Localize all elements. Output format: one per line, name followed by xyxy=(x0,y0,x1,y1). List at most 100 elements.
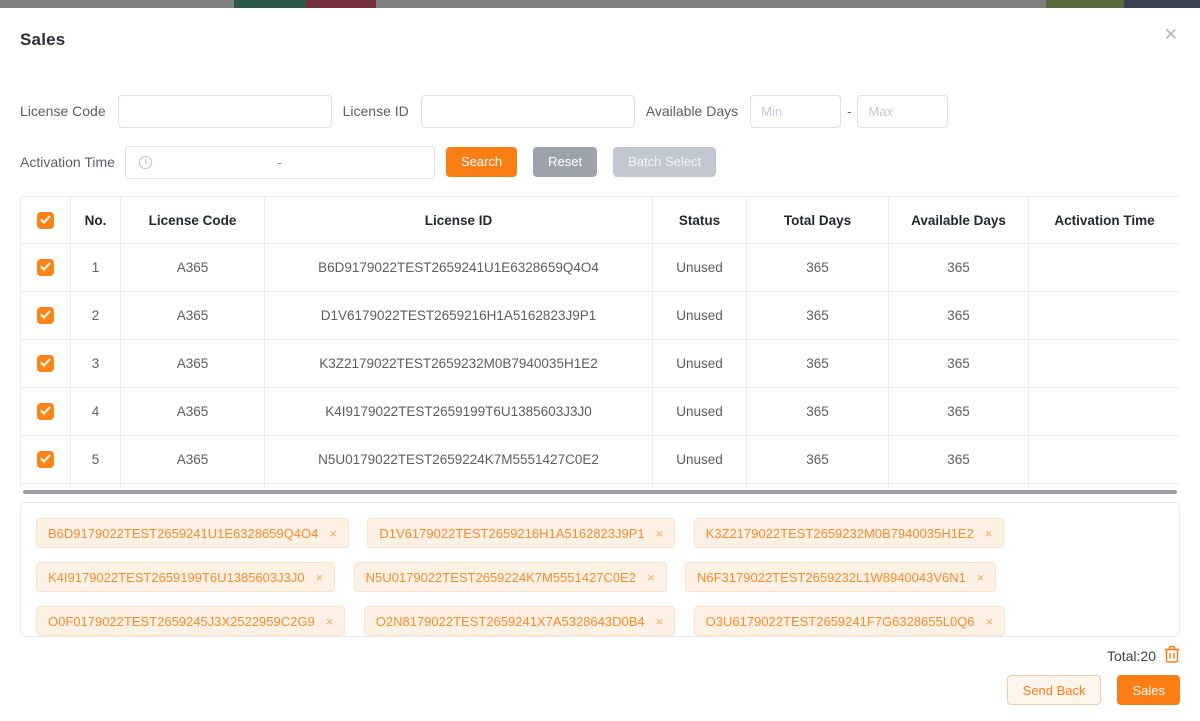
col-header-license-code: License Code xyxy=(121,197,265,244)
remove-tag-icon[interactable]: × xyxy=(977,570,985,585)
select-all-cell xyxy=(21,197,71,244)
selected-license-tag: N5U0179022TEST2659224K7M5551427C0E2 × xyxy=(354,562,667,592)
col-header-available-days: Available Days xyxy=(889,197,1029,244)
sales-modal: Sales ✕ License Code License ID Availabl… xyxy=(0,8,1200,721)
cell-license-code: A365 xyxy=(121,340,265,388)
available-days-min-input[interactable] xyxy=(750,95,841,128)
remove-tag-icon[interactable]: × xyxy=(647,570,655,585)
cell-available-days: 365 xyxy=(889,436,1029,484)
send-back-button[interactable]: Send Back xyxy=(1007,675,1102,705)
selected-license-tag: O2N8179022TEST2659241X7A5328643D0B4 × xyxy=(364,606,675,636)
row-checkbox-checked[interactable] xyxy=(37,307,54,324)
cell-no: 4 xyxy=(71,388,121,436)
table-row: 4 A365 K4I9179022TEST2659199T6U1385603J3… xyxy=(21,388,1181,436)
filter-row-2: Activation Time - Search Reset Batch Sel… xyxy=(20,145,1180,179)
selected-license-tag: K4I9179022TEST2659199T6U1385603J3J0 × xyxy=(36,562,335,592)
tag-label: B6D9179022TEST2659241U1E6328659Q4O4 xyxy=(48,526,318,541)
cell-activation-time xyxy=(1029,388,1181,436)
table-row-partial xyxy=(21,484,1181,489)
cell-status: Unused xyxy=(653,292,747,340)
col-header-license-id: License ID xyxy=(265,197,653,244)
table-row: 5 A365 N5U0179022TEST2659224K7M5551427C0… xyxy=(21,436,1181,484)
remove-tag-icon[interactable]: × xyxy=(326,614,334,629)
tag-label: K4I9179022TEST2659199T6U1385603J3J0 xyxy=(48,570,305,585)
cell-available-days: 365 xyxy=(889,292,1029,340)
license-table-wrap: No. License Code License ID Status Total… xyxy=(20,196,1180,488)
clock-icon xyxy=(138,155,153,170)
cell-activation-time xyxy=(1029,436,1181,484)
col-header-no: No. xyxy=(71,197,121,244)
row-checkbox-checked[interactable] xyxy=(37,355,54,372)
license-code-input[interactable] xyxy=(118,95,332,128)
selected-license-tag: O0F0179022TEST2659245J3X2522959C2G9 × xyxy=(36,606,345,636)
license-table: No. License Code License ID Status Total… xyxy=(20,196,1180,488)
cell-available-days: 365 xyxy=(889,244,1029,292)
remove-tag-icon[interactable]: × xyxy=(329,526,337,541)
selected-license-tag: O3U6179022TEST2659241F7G6328655L0Q6 × xyxy=(694,606,1005,636)
license-code-label: License Code xyxy=(20,103,106,119)
col-header-activation-time: Activation Time xyxy=(1029,197,1181,244)
cell-activation-time xyxy=(1029,244,1181,292)
available-days-label: Available Days xyxy=(646,103,738,119)
select-all-checkbox-checked[interactable] xyxy=(37,212,54,229)
cell-activation-time xyxy=(1029,340,1181,388)
tag-label: O2N8179022TEST2659241X7A5328643D0B4 xyxy=(376,614,645,629)
cell-total-days: 365 xyxy=(747,436,889,484)
tag-label: N6F3179022TEST2659232L1W8940043V6N1 xyxy=(697,570,966,585)
remove-tag-icon[interactable]: × xyxy=(316,570,324,585)
remove-tag-icon[interactable]: × xyxy=(656,614,664,629)
tag-label: D1V6179022TEST2659216H1A5162823J9P1 xyxy=(379,526,644,541)
cell-total-days: 365 xyxy=(747,388,889,436)
cell-status: Unused xyxy=(653,436,747,484)
check-icon xyxy=(40,454,51,463)
remove-tag-icon[interactable]: × xyxy=(985,526,993,541)
cell-no: 5 xyxy=(71,436,121,484)
cell-total-days: 365 xyxy=(747,340,889,388)
selected-licenses-box: B6D9179022TEST2659241U1E6328659Q4O4 × D1V… xyxy=(20,502,1180,637)
background-segment xyxy=(1046,0,1124,8)
col-header-status: Status xyxy=(653,197,747,244)
cell-license-code: A365 xyxy=(121,244,265,292)
row-checkbox-checked[interactable] xyxy=(37,451,54,468)
tag-label: K3Z2179022TEST2659232M0B7940035H1E2 xyxy=(706,526,974,541)
selected-license-tag: D1V6179022TEST2659216H1A5162823J9P1 × xyxy=(367,518,675,548)
page-title: Sales xyxy=(20,30,1180,50)
cell-license-id: D1V6179022TEST2659216H1A5162823J9P1 xyxy=(265,292,653,340)
close-icon[interactable]: ✕ xyxy=(1164,26,1178,43)
cell-license-id: K3Z2179022TEST2659232M0B7940035H1E2 xyxy=(265,340,653,388)
row-select-cell xyxy=(21,436,71,484)
date-range-separator: - xyxy=(277,155,281,170)
horizontal-scrollbar[interactable] xyxy=(23,490,1177,494)
sales-button[interactable]: Sales xyxy=(1117,675,1180,705)
remove-tag-icon[interactable]: × xyxy=(656,526,664,541)
tag-label: N5U0179022TEST2659224K7M5551427C0E2 xyxy=(366,570,636,585)
check-icon xyxy=(40,215,51,224)
cell-license-code: A365 xyxy=(121,436,265,484)
batch-select-button[interactable]: Batch Select xyxy=(613,147,716,177)
reset-button[interactable]: Reset xyxy=(533,147,597,177)
cell-license-code: A365 xyxy=(121,292,265,340)
search-button[interactable]: Search xyxy=(446,147,517,177)
row-select-cell xyxy=(21,244,71,292)
trash-icon[interactable] xyxy=(1164,645,1180,666)
cell-total-days: 365 xyxy=(747,244,889,292)
row-checkbox-checked[interactable] xyxy=(37,403,54,420)
license-id-label: License ID xyxy=(343,103,409,119)
available-days-max-input[interactable] xyxy=(857,95,948,128)
remove-tag-icon[interactable]: × xyxy=(986,614,994,629)
cell-license-id: B6D9179022TEST2659241U1E6328659Q4O4 xyxy=(265,244,653,292)
check-icon xyxy=(40,262,51,271)
total-row: Total:20 xyxy=(20,645,1180,666)
row-select-cell xyxy=(21,340,71,388)
row-checkbox-checked[interactable] xyxy=(37,259,54,276)
cell-available-days: 365 xyxy=(889,388,1029,436)
cell-available-days: 365 xyxy=(889,340,1029,388)
activation-time-range-input[interactable]: - xyxy=(125,146,435,179)
selected-license-tag: B6D9179022TEST2659241U1E6328659Q4O4 × xyxy=(36,518,349,548)
tag-label: O3U6179022TEST2659241F7G6328655L0Q6 xyxy=(706,614,975,629)
license-id-input[interactable] xyxy=(421,95,635,128)
selected-license-tag: N6F3179022TEST2659232L1W8940043V6N1 × xyxy=(685,562,996,592)
tag-label: O0F0179022TEST2659245J3X2522959C2G9 xyxy=(48,614,315,629)
selected-license-tag: K3Z2179022TEST2659232M0B7940035H1E2 × xyxy=(694,518,1005,548)
table-row: 1 A365 B6D9179022TEST2659241U1E6328659Q4… xyxy=(21,244,1181,292)
